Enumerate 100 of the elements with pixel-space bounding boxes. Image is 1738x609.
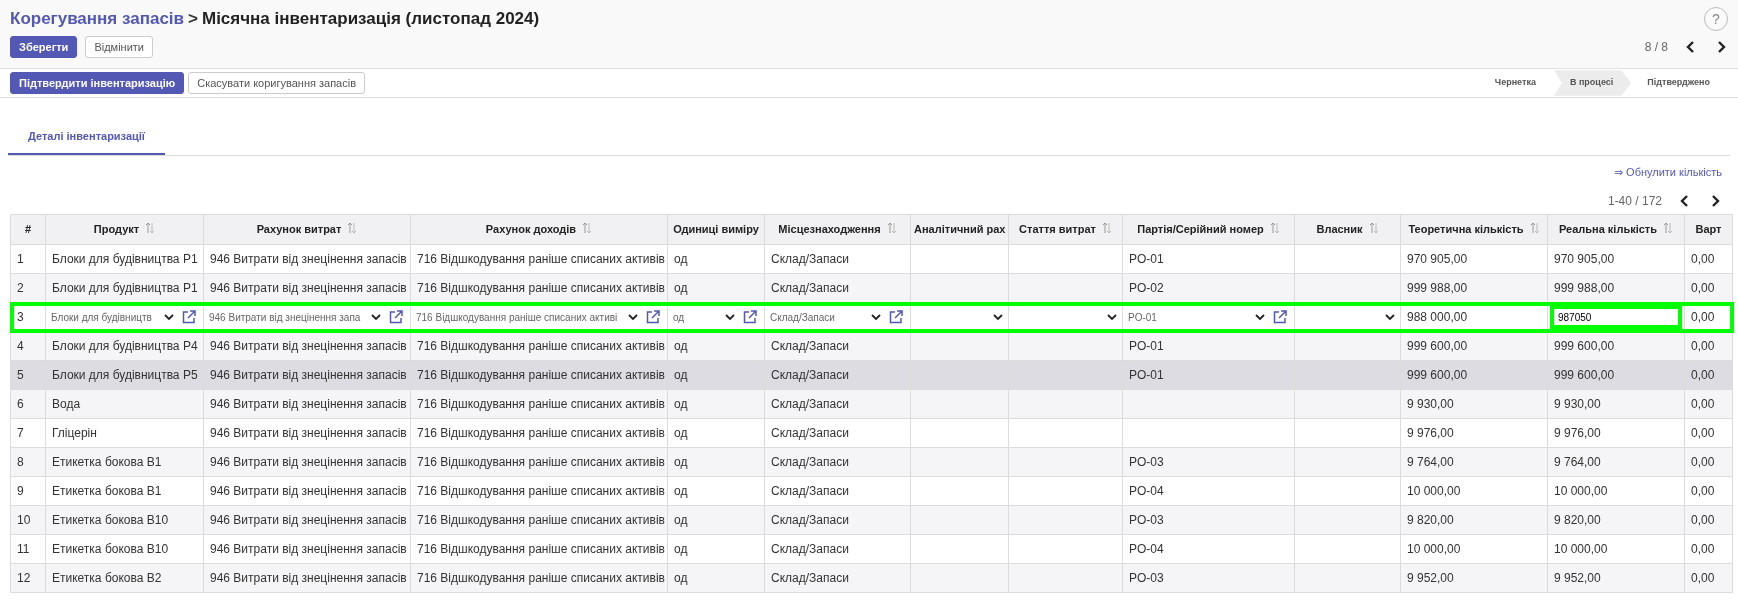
- help-button[interactable]: ?: [1704, 6, 1728, 31]
- table-cell: 970 905,00: [1407, 252, 1468, 266]
- table-cell: PO-01: [1129, 252, 1164, 266]
- table-cell: 946 Витрати від знецінення запасів: [210, 455, 407, 469]
- table-cell: од: [674, 542, 688, 556]
- column-header[interactable]: Продукт: [45, 214, 204, 245]
- table-cell: 9 820,00: [1407, 513, 1454, 527]
- table-cell: 999 988,00: [1407, 281, 1468, 295]
- table-cell: 9 930,00: [1407, 397, 1454, 411]
- table-cell: Склад/Запаси: [771, 368, 849, 382]
- table-cell: 716 Відшкодування раніше списаних активів: [417, 252, 665, 266]
- table-cell: Блоки для будівництва Р4: [52, 339, 198, 353]
- table-cell: Склад/Запаси: [771, 281, 849, 295]
- caret-icon[interactable]: [1385, 312, 1395, 322]
- table-cell: 0,00: [1691, 571, 1715, 585]
- table-cell: PO-03: [1129, 455, 1164, 469]
- quantity-input[interactable]: 987050: [1550, 305, 1682, 329]
- table-cell: 2: [17, 281, 24, 295]
- table-cell: 9 952,00: [1554, 571, 1601, 585]
- table-cell: Етикетка бокова B10: [52, 542, 169, 556]
- cancel-button[interactable]: Скасувати коригування запасів: [188, 71, 365, 95]
- table-cell: 0,00: [1691, 542, 1715, 556]
- table-cell: 10 000,00: [1554, 542, 1608, 556]
- table-cell: 946 Витрати від знецінення запасів: [210, 368, 407, 382]
- column-header[interactable]: Варт: [1684, 214, 1733, 245]
- table-cell: 3: [17, 310, 24, 324]
- table-cell: 7: [17, 426, 24, 440]
- column-header[interactable]: Одиниці виміру: [667, 214, 765, 245]
- table-cell: 716 Відшкодування раніше списаних активів: [417, 484, 665, 498]
- confirm-button[interactable]: Підтвердити інвентаризацію: [10, 71, 185, 95]
- table-cell: 716 Відшкодування раніше списаних активів: [417, 281, 665, 295]
- external-link-icon: [645, 309, 661, 325]
- page-title: Місячна інвентаризація (листопад 2024): [201, 8, 540, 30]
- external-link-icon: [742, 309, 758, 325]
- pager-range: 1-40 / 172: [1607, 193, 1662, 210]
- column-header[interactable]: Власник: [1294, 214, 1401, 245]
- table-cell: 716 Відшкодування раніше списаних активів: [417, 455, 665, 469]
- table-cell: Склад/Запаси: [771, 339, 849, 353]
- table-cell: 10 000,00: [1407, 542, 1461, 556]
- caret-icon[interactable]: [164, 312, 174, 322]
- column-header[interactable]: Рахунок доходів: [410, 214, 668, 245]
- table-cell: 0,00: [1691, 252, 1715, 266]
- table-cell: Склад/Запаси: [771, 513, 849, 527]
- table-cell: 946 Витрати від знецінення запасів: [210, 426, 407, 440]
- table-cell: 11: [17, 542, 30, 556]
- caret-icon[interactable]: [1255, 312, 1265, 322]
- tab[interactable]: Деталі інвентаризації: [8, 120, 165, 155]
- caret-icon[interactable]: [871, 312, 881, 322]
- table-cell: од: [674, 484, 688, 498]
- table-cell: 716 Відшкодування раніше списаних активів: [417, 368, 665, 382]
- table-cell: Склад/Запаси: [771, 542, 849, 556]
- table-cell: 4: [17, 339, 24, 353]
- table-cell: 0,00: [1691, 397, 1715, 411]
- column-header[interactable]: #: [10, 214, 46, 245]
- table-cell: 716 Відшкодування раніше списаних активів: [417, 513, 665, 527]
- column-header[interactable]: Рахунок витрат: [203, 214, 411, 245]
- table-cell: Склад/Запаси: [771, 426, 849, 440]
- column-header[interactable]: Місцезнаходження: [764, 214, 911, 245]
- reset-quantity-link[interactable]: ⇒ Обнулити кількість: [1614, 163, 1722, 180]
- column-header[interactable]: Стаття витрат: [1008, 214, 1123, 245]
- table-cell: 988 000,00: [1407, 310, 1468, 324]
- external-link-icon: [181, 309, 197, 325]
- status-stage[interactable]: В процесі: [1553, 70, 1632, 96]
- caret-icon[interactable]: [371, 312, 381, 322]
- caret-icon[interactable]: [725, 312, 735, 322]
- table-cell: 9 764,00: [1554, 455, 1601, 469]
- table-cell: Склад/Запаси: [771, 397, 849, 411]
- table-cell: Блоки для будівництва Р1: [52, 252, 198, 266]
- column-header[interactable]: Партія/Серійний номер: [1122, 214, 1295, 245]
- table-cell: Блоки для будівництва Р1: [52, 281, 198, 295]
- table-cell: 10 000,00: [1554, 484, 1608, 498]
- table-cell: 10 000,00: [1407, 484, 1461, 498]
- table-cell: Склад/Запаси: [771, 571, 849, 585]
- table-cell: 10: [17, 513, 31, 527]
- table-cell: 12: [17, 571, 31, 585]
- save-button[interactable]: Зберегти: [10, 35, 78, 58]
- table-cell: 9 820,00: [1554, 513, 1601, 527]
- column-header[interactable]: Аналітичний рах: [910, 214, 1009, 245]
- table-cell: Блоки для будівництва Р5: [52, 368, 198, 382]
- table-cell: 9 976,00: [1407, 426, 1454, 440]
- table-cell: Склад/Запаси: [771, 252, 849, 266]
- table-cell: PO-04: [1129, 484, 1164, 498]
- breadcrumb-link[interactable]: Корегування запасів: [10, 6, 185, 32]
- breadcrumb-separator: >: [188, 8, 198, 30]
- caret-icon[interactable]: [1107, 312, 1117, 322]
- table-cell: од: [674, 426, 688, 440]
- table-cell: 946 Витрати від знецінення запасів: [210, 281, 407, 295]
- external-link-icon: [1272, 309, 1288, 325]
- table-cell: 716 Відшкодування раніше списаних активів: [417, 542, 665, 556]
- table-cell: 999 988,00: [1554, 281, 1615, 295]
- caret-icon[interactable]: [993, 312, 1003, 322]
- caret-icon[interactable]: [628, 312, 638, 322]
- table-cell: 9 952,00: [1407, 571, 1454, 585]
- table-cell: 0,00: [1691, 339, 1715, 353]
- discard-button[interactable]: Відмінити: [85, 35, 153, 58]
- column-header[interactable]: Теоретична кількість: [1400, 214, 1548, 245]
- table-cell: Етикетка бокова B1: [52, 484, 162, 498]
- table-cell: 0,00: [1691, 368, 1715, 382]
- table-cell: 999 600,00: [1407, 339, 1468, 353]
- column-header[interactable]: Реальна кількість: [1547, 214, 1685, 245]
